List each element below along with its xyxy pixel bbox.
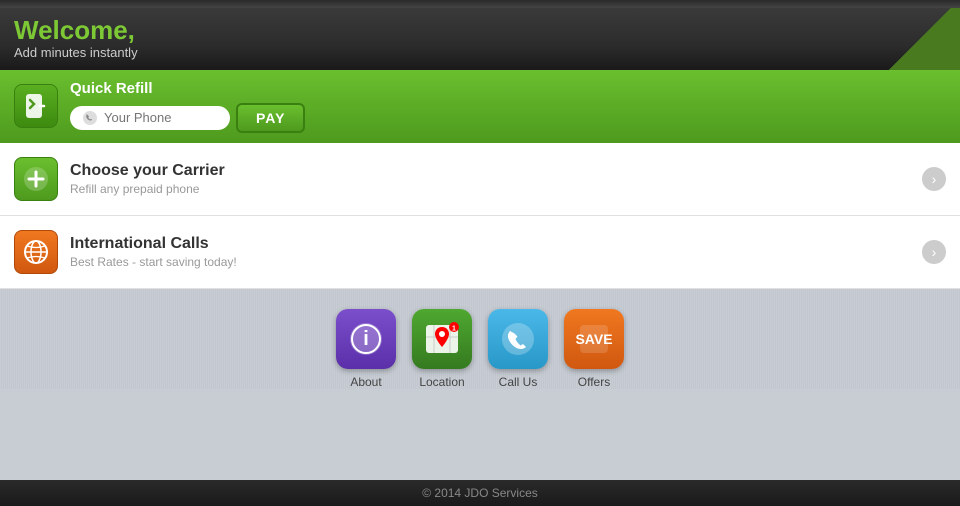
callus-svg <box>496 317 540 361</box>
about-label: About <box>350 375 381 389</box>
pay-button[interactable]: PAY <box>236 103 305 133</box>
refill-bar: Quick Refill PAY <box>0 70 960 143</box>
location-icon: 1 <box>412 309 472 369</box>
refill-content: Quick Refill PAY <box>70 80 305 133</box>
about-icon-wrapper[interactable]: i About <box>336 309 396 389</box>
welcome-title: Welcome, <box>14 16 946 45</box>
plus-icon <box>21 164 51 194</box>
refill-label: Quick Refill <box>70 80 305 97</box>
callus-icon-wrapper[interactable]: Call Us <box>488 309 548 389</box>
about-icon: i <box>336 309 396 369</box>
offers-svg: SAVE <box>572 317 616 361</box>
refill-input-row: PAY <box>70 103 305 133</box>
phone-input[interactable] <box>104 110 214 125</box>
icon-row: i About 1 <box>336 309 624 389</box>
svg-text:i: i <box>363 328 369 350</box>
footer-text: © 2014 JDO Services <box>422 486 538 500</box>
carrier-text: Choose your Carrier Refill any prepaid p… <box>70 162 225 196</box>
location-svg: 1 <box>420 317 464 361</box>
international-text: International Calls Best Rates - start s… <box>70 235 237 269</box>
welcome-subtitle: Add minutes instantly <box>14 45 946 60</box>
location-icon-wrapper[interactable]: 1 Location <box>412 309 472 389</box>
svg-text:1: 1 <box>452 325 456 332</box>
header-bar: Welcome, Add minutes instantly <box>0 8 960 70</box>
carrier-subtitle: Refill any prepaid phone <box>70 182 225 196</box>
offers-icon: SAVE <box>564 309 624 369</box>
offers-icon-wrapper[interactable]: SAVE Offers <box>564 309 624 389</box>
carrier-chevron: › <box>922 167 946 191</box>
carrier-title: Choose your Carrier <box>70 162 225 180</box>
footer: © 2014 JDO Services <box>0 480 960 506</box>
international-subtitle: Best Rates - start saving today! <box>70 255 237 269</box>
refill-icon <box>14 84 58 128</box>
callus-label: Call Us <box>499 375 538 389</box>
globe-icon <box>21 237 51 267</box>
international-menu-item[interactable]: International Calls Best Rates - start s… <box>0 216 960 289</box>
location-label: Location <box>419 375 464 389</box>
svg-text:SAVE: SAVE <box>575 331 612 347</box>
gray-area: i About 1 <box>0 289 960 389</box>
top-bar <box>0 0 960 8</box>
callus-icon <box>488 309 548 369</box>
content-area: Choose your Carrier Refill any prepaid p… <box>0 143 960 289</box>
carrier-icon <box>14 157 58 201</box>
international-title: International Calls <box>70 235 237 253</box>
offers-label: Offers <box>578 375 610 389</box>
about-svg: i <box>344 317 388 361</box>
phone-small-icon <box>82 110 98 126</box>
refill-input-wrapper <box>70 106 230 130</box>
international-icon <box>14 230 58 274</box>
international-chevron: › <box>922 240 946 264</box>
carrier-menu-item[interactable]: Choose your Carrier Refill any prepaid p… <box>0 143 960 216</box>
